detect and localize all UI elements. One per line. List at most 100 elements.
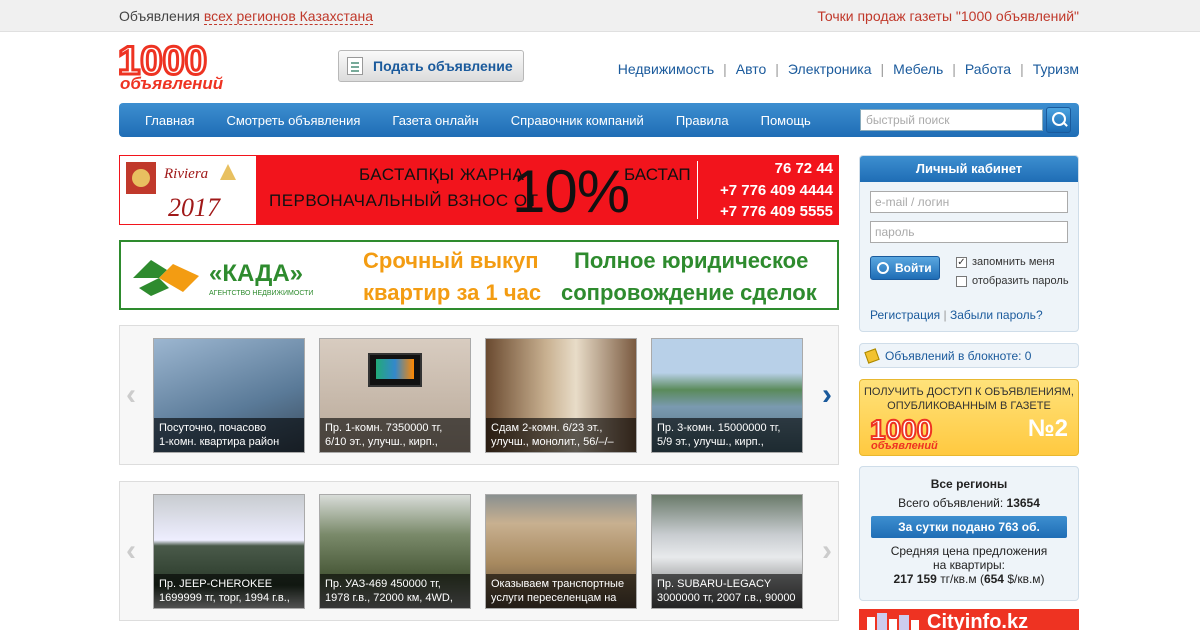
search-icon[interactable]: [1046, 107, 1071, 133]
promo-logo: 1000 объявлений: [870, 415, 938, 451]
nav-item-rules[interactable]: Правила: [676, 113, 729, 128]
login-panel: Личный кабинет e-mail / логин пароль Вой…: [859, 155, 1079, 332]
key-icon: [877, 262, 889, 274]
promo-line2: ОПУБЛИКОВАННЫМ В ГАЗЕТЕ: [887, 400, 1051, 412]
ad-card[interactable]: Пр. SUBARU-LEGACY 3000000 тг, 2007 г.в.,…: [651, 494, 803, 609]
kada-brand: «КАДА»: [209, 260, 303, 287]
remember-me-checkbox[interactable]: ✓ запомнить меня: [956, 256, 1055, 268]
ad-caption: Пр. 1-комн. 7350000 тг, 6/10 эт., улучш.…: [320, 418, 470, 452]
category-link-tourism[interactable]: Туризм: [1033, 61, 1079, 77]
login-panel-title: Личный кабинет: [860, 156, 1078, 182]
register-link[interactable]: Регистрация: [870, 308, 940, 322]
newspaper-access-promo[interactable]: ПОЛУЧИТЬ ДОСТУП К ОБЪЯВЛЕНИЯМ, ОПУБЛИКОВ…: [859, 379, 1079, 456]
separator: |: [880, 61, 885, 77]
separator: |: [943, 308, 947, 322]
main-nav: Главная Смотреть объявления Газета онлай…: [119, 103, 1079, 137]
quick-search-input[interactable]: быстрый поиск: [860, 109, 1043, 131]
document-icon: [347, 57, 363, 75]
stats-panel: Все регионы Всего объявлений: 13654 За с…: [859, 466, 1079, 601]
separator: |: [775, 61, 779, 77]
ad-title: Пр. 3-комн. 15000000 тг,: [657, 422, 781, 434]
notebook-label: Объявлений в блокноте: 0: [885, 348, 1032, 363]
ad-title: Оказываем транспортные: [491, 578, 625, 590]
nav-item-home[interactable]: Главная: [145, 113, 194, 128]
nav-item-directory[interactable]: Справочник компаний: [511, 113, 644, 128]
region-link[interactable]: всех регионов Казахстана: [203, 8, 374, 25]
login-button[interactable]: Войти: [870, 256, 940, 280]
remember-me-label: запомнить меня: [972, 256, 1055, 268]
category-nav: Недвижимость | Авто | Электроника | Мебель |…: [618, 61, 1079, 77]
kada-offer1-line2: квартир за 1 час: [363, 280, 542, 305]
ad-caption: Пр. УАЗ-469 450000 тг, 1978 г.в., 72000 …: [320, 574, 470, 608]
handshake-icon: [133, 260, 199, 296]
banner1-line-ru: ПЕРВОНАЧАЛЬНЫЙ ВЗНОС ОТ: [269, 191, 539, 210]
category-link-realty[interactable]: Недвижимость: [618, 61, 714, 77]
kada-offer1-line1: Срочный выкуп: [363, 248, 539, 273]
ad-caption: Сдам 2-комн. 6/23 эт., улучш., монолит.,…: [486, 418, 636, 452]
ad-card[interactable]: Пр. 1-комн. 7350000 тг, 6/10 эт., улучш.…: [319, 338, 471, 453]
show-password-checkbox[interactable]: отобразить пароль: [956, 275, 1069, 287]
category-link-electronics[interactable]: Электроника: [788, 61, 872, 77]
password-field[interactable]: пароль: [870, 221, 1068, 243]
category-link-auto[interactable]: Авто: [736, 61, 767, 77]
ad-title: Пр. УАЗ-469 450000 тг,: [325, 578, 441, 590]
pencil-icon: [864, 347, 880, 364]
banner1-line-kz2: БАСТАП: [624, 165, 691, 184]
ad-card[interactable]: Сдам 2-комн. 6/23 эт., улучш., монолит.,…: [485, 338, 637, 453]
riviera-banner[interactable]: Riviera 2017 БАСТАПҚЫ ЖАРНА ПЕРВОНАЧАЛЬН…: [119, 155, 839, 225]
avg-price-value: 217 159 тг/кв.м (654 $/кв.м): [893, 572, 1045, 586]
ad-title: Пр. 1-комн. 7350000 тг,: [325, 422, 443, 434]
ad-subtitle: улучш., монолит., 56/–/–: [491, 436, 614, 448]
city-skyline-icon: [867, 613, 919, 630]
cityinfo-label: Cityinfo.kz: [927, 611, 1029, 630]
ad-card[interactable]: Оказываем транспортные услуги переселенц…: [485, 494, 637, 609]
site-logo[interactable]: 1000 объявлений: [117, 38, 264, 94]
category-link-jobs[interactable]: Работа: [965, 61, 1011, 77]
region-prefix: Объявления: [119, 8, 200, 24]
kada-subtitle: АГЕНТСТВО НЕДВИЖИМОСТИ: [209, 290, 314, 297]
chevron-right-icon[interactable]: ›: [818, 534, 836, 568]
forgot-password-link[interactable]: Забыли пароль?: [950, 308, 1043, 322]
checkbox-icon: [956, 275, 967, 287]
notebook-link[interactable]: Объявлений в блокноте: 0: [859, 343, 1079, 368]
price-kzt: 217 159: [893, 572, 937, 586]
nav-item-newspaper[interactable]: Газета онлайн: [392, 113, 478, 128]
daily-ads-button[interactable]: За сутки подано 763 об.: [871, 516, 1067, 538]
login-button-label: Войти: [895, 261, 932, 275]
region-text: Объявления всех регионов Казахстана: [119, 8, 374, 25]
chevron-left-icon[interactable]: ‹: [122, 378, 140, 412]
sales-points-link[interactable]: Точки продаж газеты "1000 объявлений": [817, 8, 1079, 24]
cityinfo-banner[interactable]: Cityinfo.kz: [859, 609, 1079, 630]
nav-item-view-ads[interactable]: Смотреть объявления: [226, 113, 360, 128]
ad-subtitle: 6/10 эт., улучш., кирп.,: [325, 436, 438, 448]
kada-banner[interactable]: «КАДА» АГЕНТСТВО НЕДВИЖИМОСТИ Срочный вы…: [119, 240, 839, 310]
separator: |: [952, 61, 956, 77]
post-ad-button[interactable]: Подать объявление: [338, 50, 524, 82]
ad-card[interactable]: Пр. JEEP-CHEROKEE 1699999 тг, торг, 1994…: [153, 494, 305, 609]
ad-caption: Пр. SUBARU-LEGACY 3000000 тг, 2007 г.в.,…: [652, 574, 802, 608]
ad-card[interactable]: Пр. УАЗ-469 450000 тг, 1978 г.в., 72000 …: [319, 494, 471, 609]
promo-issue-number: №2: [1027, 415, 1068, 442]
chevron-right-icon[interactable]: ›: [818, 378, 836, 412]
ad-subtitle: 1-комн. квартира район: [159, 436, 280, 448]
ad-subtitle: 1699999 тг, торг, 1994 г.в.,: [159, 592, 290, 604]
ad-caption: Оказываем транспортные услуги переселенц…: [486, 574, 636, 608]
login-field[interactable]: e-mail / логин: [870, 191, 1068, 213]
stats-total: Всего объявлений: 13654: [860, 496, 1078, 510]
riviera-logo: Riviera 2017: [119, 155, 257, 225]
checkbox-checked-icon: ✓: [956, 256, 967, 268]
chevron-left-icon[interactable]: ‹: [122, 534, 140, 568]
ad-caption: Пр. JEEP-CHEROKEE 1699999 тг, торг, 1994…: [154, 574, 304, 608]
top-strip: Объявления всех регионов Казахстана Точк…: [0, 0, 1200, 32]
banner1-phone: +7 776 409 5555: [719, 203, 833, 220]
post-ad-label: Подать объявление: [373, 58, 513, 74]
separator: |: [723, 61, 727, 77]
category-link-furniture[interactable]: Мебель: [893, 61, 943, 77]
price-usd-unit: $/кв.м: [1007, 572, 1041, 586]
ad-title: Посуточно, почасово: [159, 422, 267, 434]
kada-offer2-line1: Полное юридическое: [574, 248, 809, 273]
ad-card[interactable]: Пр. 3-комн. 15000000 тг, 5/9 эт., улучш.…: [651, 338, 803, 453]
auto-carousel: ‹ Пр. JEEP-CHEROKEE 1699999 тг, торг, 19…: [119, 481, 839, 621]
nav-item-help[interactable]: Помощь: [761, 113, 811, 128]
ad-card[interactable]: Посуточно, почасово 1-комн. квартира рай…: [153, 338, 305, 453]
